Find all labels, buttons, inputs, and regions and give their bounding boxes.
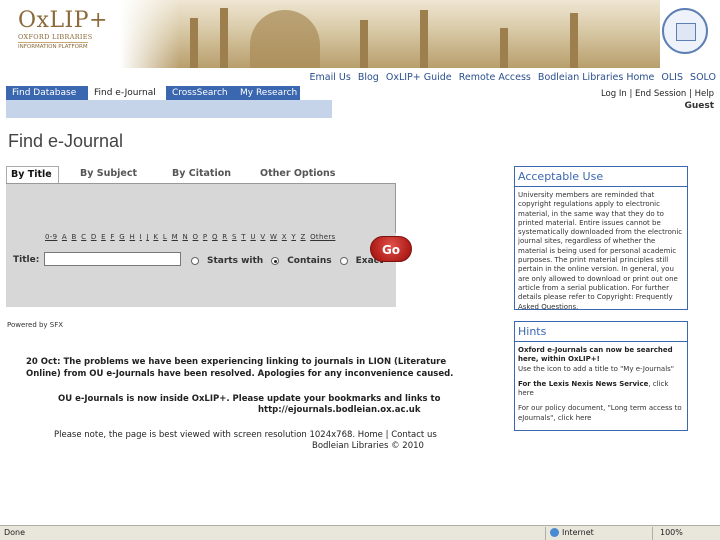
security-zone: Internet — [550, 528, 594, 537]
search-tabs: By Title By Subject By Citation Other Op… — [6, 166, 396, 184]
top-link-guide[interactable]: OxLIP+ Guide — [386, 72, 452, 83]
contact-link[interactable]: Contact us — [391, 430, 437, 440]
top-link-blog[interactable]: Blog — [358, 72, 379, 83]
alpha-link[interactable]: W — [270, 233, 277, 241]
alpha-link[interactable]: L — [163, 233, 167, 241]
logo-line1: OXFORD LIBRARIES — [18, 33, 93, 41]
nav-find-database[interactable]: Find Database — [6, 86, 88, 100]
globe-icon — [550, 528, 559, 537]
notice-resolution: Please note, the page is best viewed wit… — [54, 430, 437, 440]
alpha-link[interactable]: B — [72, 233, 77, 241]
radio-exact[interactable] — [339, 257, 348, 265]
alpha-link[interactable]: K — [153, 233, 158, 241]
go-button[interactable]: Go — [370, 236, 412, 262]
alpha-link-others[interactable]: Others — [310, 233, 335, 241]
match-options: Starts with Contains Exact — [191, 256, 385, 266]
user-name: Guest — [684, 101, 714, 111]
alpha-link[interactable]: Z — [300, 233, 305, 241]
sub-nav-bar — [6, 100, 332, 118]
university-seal-icon — [662, 8, 708, 54]
top-link-email[interactable]: Email Us — [310, 72, 351, 83]
hint-policy-link[interactable]: For our policy document, "Long term acce… — [518, 404, 682, 421]
tab-by-citation[interactable]: By Citation — [172, 166, 231, 179]
title-search-input[interactable] — [44, 252, 181, 266]
alpha-link[interactable]: S — [232, 233, 237, 241]
hints-title: Hints — [515, 322, 687, 342]
alpha-link[interactable]: J — [147, 233, 149, 241]
tab-by-subject[interactable]: By Subject — [80, 166, 137, 179]
alpha-link[interactable]: N — [182, 233, 188, 241]
status-text: Done — [4, 528, 26, 537]
alpha-link[interactable]: 0-9 — [45, 233, 57, 241]
nav-my-research[interactable]: My Research — [234, 86, 300, 100]
panel-border — [395, 183, 396, 233]
top-link-olis[interactable]: OLIS — [661, 72, 683, 83]
alphabet-index: 0-9 A B C D E F G H I J K L M N O P Q R … — [45, 233, 337, 241]
acceptable-use-body: University members are reminded that cop… — [518, 191, 683, 311]
user-links: Log In | End Session | Help — [600, 89, 714, 99]
main-nav: Find Database Find e-Journal CrossSearch… — [6, 86, 300, 100]
top-link-solo[interactable]: SOLO — [690, 72, 716, 83]
radio-starts-with[interactable] — [191, 257, 199, 265]
tab-other-options[interactable]: Other Options — [260, 166, 335, 179]
notice-bookmarks-1: OU e-Journals is now inside OxLIP+. Plea… — [58, 394, 441, 404]
resolution-text: Please note, the page is best viewed wit… — [54, 430, 356, 440]
home-link[interactable]: Home — [358, 430, 383, 440]
help-link[interactable]: Help — [695, 89, 714, 99]
oxlip-logo[interactable]: OxLIP+ OXFORD LIBRARIES INFORMATION PLAT… — [18, 8, 108, 51]
acceptable-use-title: Acceptable Use — [515, 167, 687, 187]
logo-line2: INFORMATION PLATFORM — [18, 42, 88, 50]
alpha-link[interactable]: V — [260, 233, 265, 241]
top-links: Email Us Blog OxLIP+ Guide Remote Access… — [306, 72, 717, 83]
login-link[interactable]: Log In — [601, 89, 627, 99]
alpha-link[interactable]: P — [203, 233, 208, 241]
alpha-link[interactable]: C — [81, 233, 86, 241]
nav-crosssearch[interactable]: CrossSearch — [166, 86, 234, 100]
title-label: Title: — [13, 255, 40, 265]
alpha-link[interactable]: I — [140, 233, 142, 241]
label-contains: Contains — [287, 256, 332, 266]
alpha-link[interactable]: O — [193, 233, 199, 241]
alpha-link[interactable]: R — [222, 233, 227, 241]
alpha-link[interactable]: F — [110, 233, 114, 241]
alpha-link[interactable]: X — [282, 233, 287, 241]
browser-status-bar: Done Internet 100% — [0, 525, 720, 540]
search-panel — [6, 184, 396, 307]
alpha-link[interactable]: U — [250, 233, 255, 241]
powered-by-sfx: Powered by SFX — [7, 321, 64, 329]
hints-body: Oxford e-Journals can now be searched he… — [515, 342, 687, 433]
tab-by-title[interactable]: By Title — [6, 166, 59, 184]
alpha-link[interactable]: E — [101, 233, 106, 241]
alpha-link[interactable]: T — [241, 233, 246, 241]
alpha-link[interactable]: Y — [291, 233, 296, 241]
alpha-link[interactable]: G — [119, 233, 125, 241]
hint-add-title: Use the icon to add a title to "My e-Jou… — [518, 364, 675, 373]
alpha-link[interactable]: Q — [212, 233, 218, 241]
library-banner-image — [120, 0, 660, 68]
zone-label: Internet — [562, 528, 594, 537]
end-session-link[interactable]: End Session — [635, 89, 686, 99]
logo-title: OxLIP+ — [18, 8, 108, 33]
site-header: OxLIP+ OXFORD LIBRARIES INFORMATION PLAT… — [0, 0, 720, 70]
radio-contains[interactable] — [271, 257, 280, 265]
alpha-link[interactable]: H — [130, 233, 136, 241]
notice-bookmarks-url[interactable]: http://ejournals.bodleian.ox.ac.uk — [258, 405, 421, 415]
hints-box: Hints Oxford e-Journals can now be searc… — [514, 321, 688, 431]
top-link-remote[interactable]: Remote Access — [459, 72, 531, 83]
notice-lion-2: Online) from OU e-Journals have been res… — [26, 369, 454, 379]
hint-lexis-label: For the Lexis Nexis News Service — [518, 379, 649, 388]
hint-oxford-ejournals: Oxford e-Journals can now be searched he… — [518, 346, 673, 364]
acceptable-use-box: Acceptable Use University members are re… — [514, 166, 688, 311]
notice-lion-1: 20 Oct: The problems we have been experi… — [26, 357, 447, 367]
label-starts-with: Starts with — [207, 256, 264, 266]
nav-find-ejournal[interactable]: Find e-Journal — [88, 86, 166, 100]
zoom-level[interactable]: 100% — [660, 528, 683, 537]
alpha-link[interactable]: A — [62, 233, 67, 241]
alpha-link[interactable]: M — [172, 233, 178, 241]
top-link-bodleian[interactable]: Bodleian Libraries Home — [538, 72, 654, 83]
alpha-link[interactable]: D — [91, 233, 97, 241]
page-title: Find e-Journal — [8, 131, 124, 151]
copyright: Bodleian Libraries © 2010 — [312, 441, 424, 451]
